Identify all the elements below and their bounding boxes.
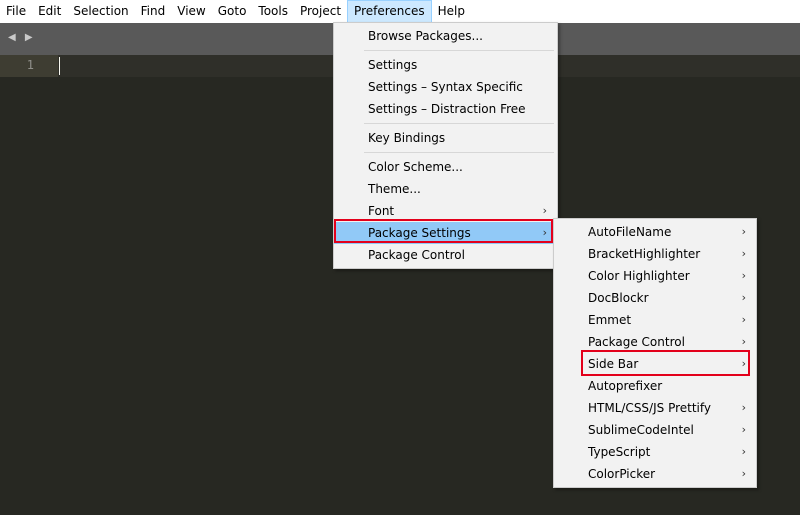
menu-item-color-scheme[interactable]: Color Scheme... (334, 156, 557, 178)
menu-edit[interactable]: Edit (32, 0, 67, 23)
submenu-item-brackethighlighter[interactable]: BracketHighlighter › (554, 243, 756, 265)
annotation-box-side-bar (581, 350, 750, 376)
menu-item-browse-packages[interactable]: Browse Packages... (334, 25, 557, 47)
menu-find[interactable]: Find (135, 0, 172, 23)
menu-separator (334, 120, 557, 127)
menu-item-package-control[interactable]: Package Control (334, 244, 557, 266)
submenu-item-autofilename[interactable]: AutoFileName › (554, 221, 756, 243)
submenu-item-label: BracketHighlighter (588, 247, 701, 261)
submenu-item-label: Package Control (588, 335, 685, 349)
menu-project[interactable]: Project (294, 0, 347, 23)
submenu-item-label: Emmet (588, 313, 632, 327)
menu-file[interactable]: File (0, 0, 32, 23)
tab-nav-arrows-icon[interactable]: ◀ ▶ (8, 32, 36, 43)
menu-goto[interactable]: Goto (212, 0, 253, 23)
menu-item-font-label: Font (368, 204, 395, 218)
menu-tools[interactable]: Tools (252, 0, 294, 23)
menu-separator (334, 149, 557, 156)
menu-item-key-bindings[interactable]: Key Bindings (334, 127, 557, 149)
submenu-item-label: SublimeCodeIntel (588, 423, 694, 437)
submenu-item-label: DocBlockr (588, 291, 649, 305)
submenu-item-typescript[interactable]: TypeScript › (554, 441, 756, 463)
submenu-item-docblockr[interactable]: DocBlockr › (554, 287, 756, 309)
chevron-right-icon: › (741, 225, 746, 238)
menu-item-theme[interactable]: Theme... (334, 178, 557, 200)
chevron-right-icon: › (741, 291, 746, 304)
submenu-item-label: HTML/CSS/JS Prettify (588, 401, 711, 415)
submenu-item-label: ColorPicker (588, 467, 656, 481)
submenu-item-label: AutoFileName (588, 225, 672, 239)
submenu-item-sublimecodeintel[interactable]: SublimeCodeIntel › (554, 419, 756, 441)
menu-item-settings-syntax-specific[interactable]: Settings – Syntax Specific (334, 76, 557, 98)
submenu-item-color-highlighter[interactable]: Color Highlighter › (554, 265, 756, 287)
text-caret (59, 57, 60, 75)
gutter-active-line: 1 (0, 55, 58, 77)
menu-bar: File Edit Selection Find View Goto Tools… (0, 0, 800, 23)
chevron-right-icon: › (741, 247, 746, 260)
chevron-right-icon: › (741, 467, 746, 480)
menu-preferences[interactable]: Preferences (347, 0, 432, 23)
chevron-right-icon: › (741, 445, 746, 458)
chevron-right-icon: › (741, 401, 746, 414)
line-number: 1 (26, 58, 34, 72)
submenu-item-colorpicker[interactable]: ColorPicker › (554, 463, 756, 485)
submenu-item-label: Autoprefixer (588, 379, 663, 393)
menu-help[interactable]: Help (432, 0, 471, 23)
submenu-item-label: Color Highlighter (588, 269, 690, 283)
submenu-item-label: TypeScript (588, 445, 651, 459)
menu-item-settings[interactable]: Settings (334, 54, 557, 76)
chevron-right-icon: › (741, 423, 746, 436)
menu-view[interactable]: View (171, 0, 211, 23)
chevron-right-icon: › (741, 269, 746, 282)
menu-item-settings-distraction-free[interactable]: Settings – Distraction Free (334, 98, 557, 120)
submenu-item-html-css-js-prettify[interactable]: HTML/CSS/JS Prettify › (554, 397, 756, 419)
submenu-item-autoprefixer[interactable]: Autoprefixer (554, 375, 756, 397)
annotation-box-package-settings (334, 219, 553, 243)
menu-separator (334, 47, 557, 54)
chevron-right-icon: › (741, 313, 746, 326)
menu-selection[interactable]: Selection (67, 0, 134, 23)
submenu-item-emmet[interactable]: Emmet › (554, 309, 756, 331)
